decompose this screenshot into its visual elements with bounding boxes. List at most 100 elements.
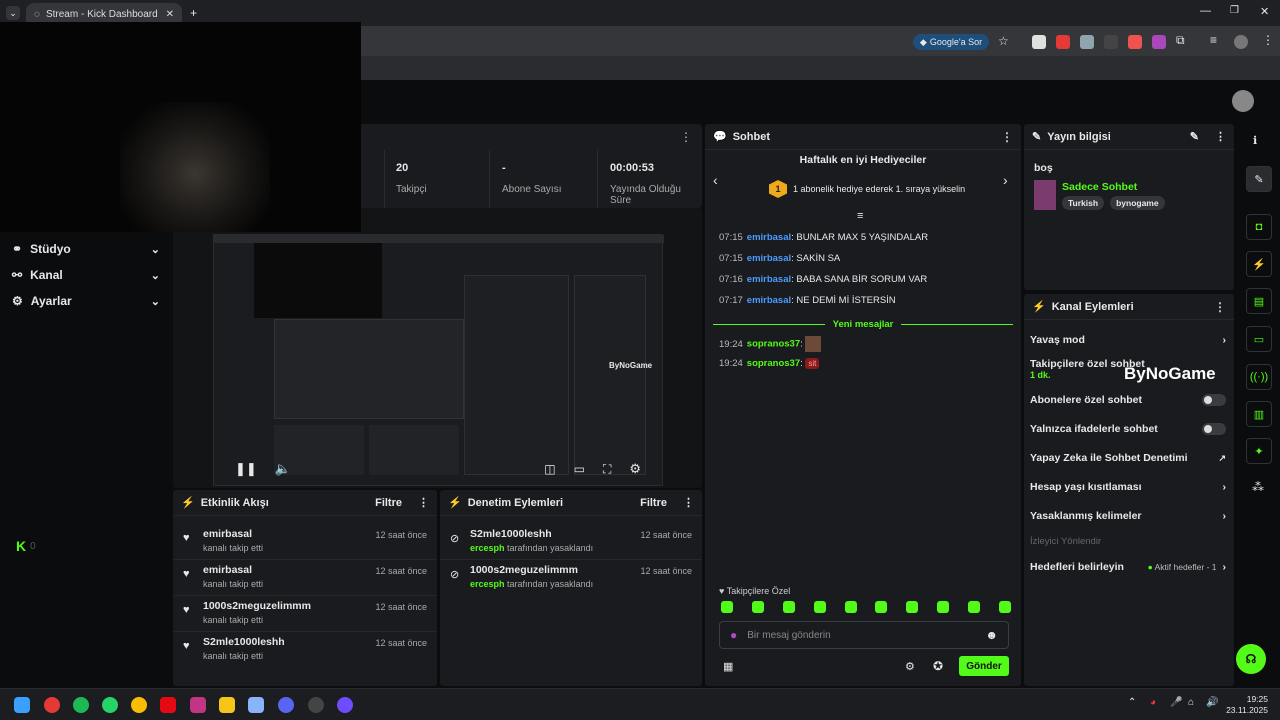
window-close-icon[interactable]: ✕ xyxy=(1260,5,1269,18)
extension-icon[interactable] xyxy=(1032,35,1046,49)
chevron-right-icon[interactable]: › xyxy=(1003,172,1008,188)
toggle[interactable] xyxy=(1202,423,1226,435)
emote-icon[interactable] xyxy=(813,601,826,613)
gear-icon[interactable]: ⚙ xyxy=(905,660,915,673)
info-icon[interactable]: ℹ xyxy=(1253,134,1257,147)
tab-search-icon[interactable]: ⌄ xyxy=(6,6,20,20)
tag[interactable]: bynogame xyxy=(1110,196,1165,210)
maximize-icon[interactable]: ❐ xyxy=(1230,5,1239,16)
audio-extension-icon[interactable] xyxy=(1128,35,1142,49)
pinned-icon[interactable]: ≡ xyxy=(857,210,863,222)
shield-icon[interactable] xyxy=(1080,35,1094,49)
more-icon[interactable]: ⋮ xyxy=(1215,130,1226,143)
more-icon[interactable]: ⋮ xyxy=(418,496,429,509)
action-account-age[interactable]: Hesap yaşı kısıtlaması › xyxy=(1030,481,1226,493)
clock[interactable]: 19:25 23.11.2025 xyxy=(1222,694,1268,716)
rail-layout-button[interactable]: ▥ xyxy=(1246,401,1272,427)
media-icon[interactable]: ≡ xyxy=(1210,33,1217,47)
tag[interactable]: Turkish xyxy=(1062,196,1105,210)
rail-tools-button[interactable]: ✦ xyxy=(1246,438,1272,464)
new-tab-icon[interactable]: + xyxy=(190,6,197,20)
filter-button[interactable]: Filtre xyxy=(640,497,667,509)
volume-icon[interactable]: 🔊 xyxy=(1206,697,1218,708)
chevron-up-icon[interactable]: ⌃ xyxy=(1128,697,1136,708)
emote-icon[interactable] xyxy=(844,601,857,613)
sidebar-item-studio[interactable]: ⚭ Stüdyo ⌄ xyxy=(12,236,160,262)
obs-icon[interactable] xyxy=(308,697,324,713)
menu-icon[interactable]: ⋮ xyxy=(1262,33,1274,47)
extension-icon[interactable] xyxy=(1152,35,1166,49)
more-icon[interactable]: ⋮ xyxy=(680,130,692,144)
more-icon[interactable]: ⋮ xyxy=(683,496,694,509)
people-icon[interactable]: ⁂ xyxy=(1252,480,1264,494)
action-ai-moderation[interactable]: Yapay Zeka ile Sohbet Denetimi ↗ xyxy=(1030,452,1226,464)
whatsapp-icon[interactable] xyxy=(102,697,118,713)
sidebar-item-channel[interactable]: ⚯ Kanal ⌄ xyxy=(12,262,160,288)
store-icon[interactable]: ▦ xyxy=(723,660,733,673)
rail-capture-button[interactable]: ◘ xyxy=(1246,214,1272,240)
more-icon[interactable]: ⋮ xyxy=(1001,130,1013,144)
action-banned-words[interactable]: Yasaklanmış kelimeler › xyxy=(1030,510,1226,522)
action-subscribers-only[interactable]: Abonelere özel sohbet xyxy=(1030,394,1226,406)
filter-button[interactable]: Filtre xyxy=(375,497,402,509)
more-icon[interactable]: ⋮ xyxy=(1214,300,1226,314)
instagram-icon[interactable] xyxy=(190,697,206,713)
action-goals[interactable]: Hedefleri belirleyin ● Aktif hedefler - 1… xyxy=(1030,561,1226,573)
preview-actions xyxy=(574,275,646,475)
settings-cog-icon[interactable]: ✪ xyxy=(933,659,943,673)
volume-icon[interactable]: 🔈 xyxy=(275,461,291,477)
chrome-icon[interactable] xyxy=(131,697,147,713)
network-icon[interactable]: ⌂ xyxy=(1188,697,1194,708)
sidebar-item-settings[interactable]: ⚙ Ayarlar ⌄ xyxy=(12,288,160,314)
microphone-icon[interactable]: ● xyxy=(730,628,737,642)
profile-icon[interactable] xyxy=(1234,35,1248,49)
action-emotes-only[interactable]: Yalnızca ifadelerle sohbet xyxy=(1030,423,1226,435)
rail-document-button[interactable]: ▤ xyxy=(1246,288,1272,314)
emote-icon[interactable] xyxy=(968,601,980,613)
emote-icon[interactable] xyxy=(751,601,764,613)
rail-edit-button[interactable]: ✎ xyxy=(1246,166,1272,192)
chat-input[interactable]: ● Bir mesaj gönderin ☻ xyxy=(719,621,1009,649)
tray-icon[interactable]: ◕ xyxy=(1150,697,1156,708)
avatar[interactable] xyxy=(1232,90,1254,112)
theater-icon[interactable]: ▭ xyxy=(574,462,585,476)
chevron-left-icon[interactable]: ‹ xyxy=(713,172,718,188)
pencil-icon[interactable]: ✎ xyxy=(1190,130,1199,143)
stream-preview[interactable]: ByNoGame xyxy=(213,234,664,486)
pip-icon[interactable]: ◫ xyxy=(544,462,555,476)
minimize-icon[interactable]: — xyxy=(1200,5,1211,17)
puzzle-icon[interactable]: ⧉ xyxy=(1176,33,1185,48)
support-icon[interactable]: ☊ xyxy=(1236,644,1266,674)
app-icon[interactable] xyxy=(248,697,264,713)
pause-icon[interactable]: ❚❚ xyxy=(235,461,257,477)
emote-icon[interactable] xyxy=(721,601,733,613)
settings-icon[interactable]: ⚙ xyxy=(629,461,641,477)
emoji-icon[interactable]: ☻ xyxy=(985,628,998,642)
rail-chat-button[interactable]: ▭ xyxy=(1246,326,1272,352)
app-icon[interactable] xyxy=(337,697,353,713)
microphone-icon[interactable]: 🎤 xyxy=(1170,697,1182,708)
youtube-icon[interactable] xyxy=(1056,35,1070,49)
bookmark-star-icon[interactable]: ☆ xyxy=(998,34,1009,48)
emote-icon[interactable] xyxy=(998,601,1011,613)
netflix-icon[interactable] xyxy=(160,697,176,713)
rail-broadcast-button[interactable]: ((·)) xyxy=(1246,364,1272,390)
toggle[interactable] xyxy=(1202,394,1226,406)
emote-icon[interactable] xyxy=(782,601,795,613)
spotify-icon[interactable] xyxy=(73,697,89,713)
emote-icon[interactable] xyxy=(906,601,919,613)
google-ask-button[interactable]: ◆ Google'a Sor xyxy=(913,34,989,50)
app-icon[interactable] xyxy=(44,697,60,713)
action-slow-mode[interactable]: Yavaş mod › xyxy=(1030,334,1226,346)
app-icon[interactable] xyxy=(219,697,235,713)
send-button[interactable]: Gönder xyxy=(959,656,1009,676)
discord-icon[interactable] xyxy=(278,697,294,713)
rail-bolt-button[interactable]: ⚡ xyxy=(1246,251,1272,277)
tab-close-icon[interactable]: ✕ xyxy=(166,9,174,20)
emote-icon[interactable] xyxy=(875,601,888,613)
windows-start-icon[interactable] xyxy=(14,697,30,713)
fullscreen-icon[interactable]: ⛶ xyxy=(603,462,611,477)
emote-icon[interactable] xyxy=(937,601,950,613)
extension-icon[interactable] xyxy=(1104,35,1118,49)
category-link[interactable]: Sadece Sohbet xyxy=(1062,181,1137,193)
